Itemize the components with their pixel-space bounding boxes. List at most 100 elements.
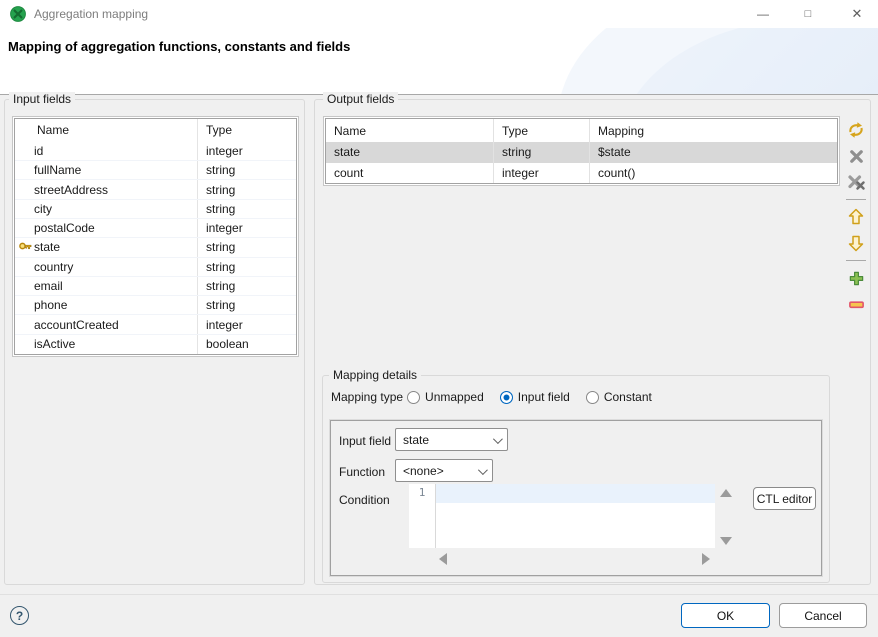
cancel-button[interactable]: Cancel	[779, 603, 867, 628]
toolbar-separator	[846, 260, 866, 261]
titlebar: Aggregation mapping — □ ✕	[0, 0, 878, 28]
delete-all-icon[interactable]	[847, 173, 865, 191]
field-type: integer	[197, 219, 296, 237]
field-type: string	[197, 161, 296, 179]
mapping-details-group: Mapping details Mapping type Unmapped In…	[322, 375, 830, 583]
input-table-header: Name Type	[15, 119, 296, 142]
scroll-up-icon[interactable]	[720, 489, 732, 497]
radio-unmapped[interactable]: Unmapped	[407, 390, 484, 404]
ctl-editor-button[interactable]: CTL editor	[753, 487, 816, 510]
field-name: state	[326, 142, 493, 162]
table-row[interactable]: fullName string	[15, 161, 296, 180]
minimize-icon[interactable]: —	[742, 0, 784, 28]
condition-label: Condition	[339, 493, 390, 507]
field-name: accountCreated	[34, 318, 119, 332]
column-header-name[interactable]: Name	[15, 123, 197, 137]
scroll-down-icon[interactable]	[720, 537, 732, 545]
output-row-selected[interactable]: state string $state	[326, 142, 837, 162]
field-name: country	[34, 260, 73, 274]
mapping-details-group-label: Mapping details	[329, 368, 421, 383]
table-row[interactable]: city string	[15, 200, 296, 219]
output-fields-group: Output fields Name Type Mapping state st…	[314, 99, 871, 585]
field-type: boolean	[197, 335, 296, 354]
field-type: string	[197, 296, 296, 314]
button-bar: ? OK Cancel	[0, 594, 878, 637]
mapping-editor-panel: Input field state Function <none> Condit…	[330, 420, 822, 576]
combo-value: <none>	[403, 464, 444, 478]
mapping-toolbar	[846, 121, 866, 321]
field-mapping: count()	[589, 163, 837, 183]
output-row[interactable]: count integer count()	[326, 163, 837, 183]
dialog-description: Mapping of aggregation functions, consta…	[8, 39, 350, 54]
radio-input-field[interactable]: Input field	[500, 390, 570, 404]
column-header-type[interactable]: Type	[493, 119, 589, 142]
aggregation-mapping-dialog: Aggregation mapping — □ ✕ Mapping of agg…	[0, 0, 878, 637]
table-row[interactable]: streetAddress string	[15, 180, 296, 199]
scroll-right-icon[interactable]	[702, 553, 710, 565]
table-row[interactable]: postalCode integer	[15, 219, 296, 238]
dialog-content: Input fields Name Type id integer fullNa…	[0, 95, 878, 594]
ok-button[interactable]: OK	[681, 603, 770, 628]
remove-icon[interactable]	[847, 295, 865, 313]
column-header-mapping[interactable]: Mapping	[589, 119, 837, 142]
toolbar-separator	[846, 199, 866, 200]
app-logo-icon	[10, 6, 26, 22]
field-name: id	[34, 144, 43, 158]
table-row[interactable]: country string	[15, 258, 296, 277]
table-row[interactable]: accountCreated integer	[15, 315, 296, 334]
current-line-highlight	[436, 484, 715, 503]
close-icon[interactable]: ✕	[836, 0, 878, 28]
window-title: Aggregation mapping	[34, 7, 148, 21]
table-row-key-field[interactable]: state string	[15, 238, 296, 257]
condition-editor[interactable]: 1	[409, 484, 715, 548]
radio-icon	[407, 391, 420, 404]
table-row[interactable]: email string	[15, 277, 296, 296]
table-row[interactable]: phone string	[15, 296, 296, 315]
chevron-down-icon	[493, 434, 503, 444]
field-name: phone	[34, 298, 67, 312]
function-label: Function	[339, 465, 385, 479]
field-type: string	[493, 142, 589, 162]
table-row[interactable]: id integer	[15, 142, 296, 161]
delete-icon[interactable]	[847, 147, 865, 165]
scroll-left-icon[interactable]	[439, 553, 447, 565]
combo-value: state	[403, 433, 429, 447]
field-name: streetAddress	[34, 183, 108, 197]
radio-constant[interactable]: Constant	[586, 390, 652, 404]
key-icon	[15, 240, 34, 255]
input-field-combo[interactable]: state	[395, 428, 508, 451]
auto-map-icon[interactable]	[847, 121, 865, 139]
field-name: fullName	[34, 163, 81, 177]
field-type: string	[197, 277, 296, 295]
move-down-icon[interactable]	[847, 234, 865, 252]
field-name: postalCode	[34, 221, 95, 235]
field-type: string	[197, 238, 296, 256]
table-row[interactable]: isActive boolean	[15, 335, 296, 354]
condition-text-area[interactable]	[436, 484, 715, 548]
field-type: string	[197, 180, 296, 198]
input-field-label: Input field	[339, 434, 391, 448]
help-icon[interactable]: ?	[10, 606, 29, 625]
column-header-type[interactable]: Type	[197, 119, 296, 142]
maximize-icon[interactable]: □	[787, 0, 829, 28]
field-type: integer	[197, 315, 296, 333]
input-fields-table: Name Type id integer fullName string str…	[12, 116, 299, 357]
dialog-header: Mapping of aggregation functions, consta…	[0, 28, 878, 95]
field-name: state	[34, 240, 60, 254]
field-type: string	[197, 200, 296, 218]
field-name: count	[326, 163, 493, 183]
output-table-header: Name Type Mapping	[326, 119, 837, 142]
add-icon[interactable]	[847, 269, 865, 287]
field-type: string	[197, 258, 296, 276]
mapping-type-row: Mapping type Unmapped Input field Consta…	[331, 390, 668, 404]
chevron-down-icon	[478, 465, 488, 475]
field-mapping: $state	[589, 142, 837, 162]
column-header-name[interactable]: Name	[326, 119, 493, 142]
field-type: integer	[493, 163, 589, 183]
input-fields-group-label: Input fields	[9, 92, 75, 107]
input-fields-group: Input fields Name Type id integer fullNa…	[4, 99, 305, 585]
field-name: city	[34, 202, 52, 216]
function-combo[interactable]: <none>	[395, 459, 493, 482]
move-up-icon[interactable]	[847, 208, 865, 226]
output-fields-table: Name Type Mapping state string $state co…	[323, 116, 840, 186]
